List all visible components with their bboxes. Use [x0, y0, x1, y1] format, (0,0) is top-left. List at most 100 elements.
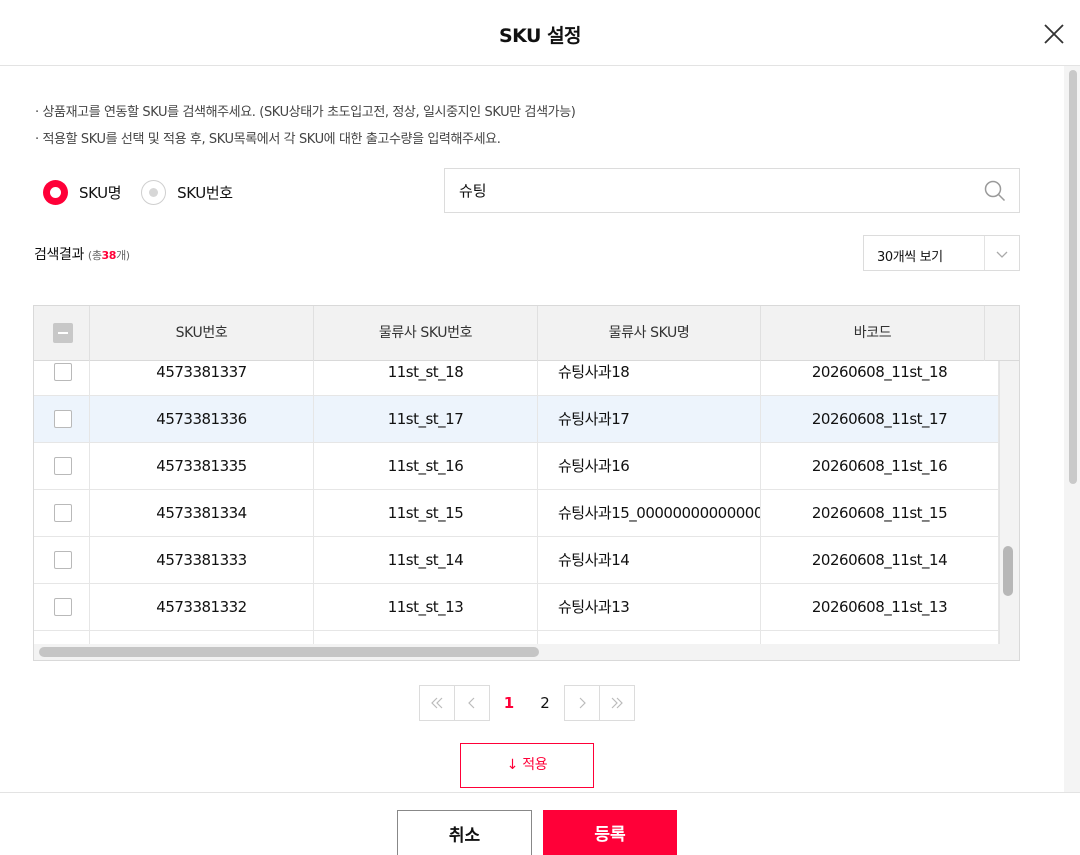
- modal-vertical-scroll-thumb[interactable]: [1069, 70, 1077, 484]
- result-label: 검색결과: [34, 247, 84, 263]
- cell-sku: 4573381336: [90, 396, 314, 442]
- per-page-select[interactable]: 30개씩 보기: [863, 235, 1020, 271]
- table-row[interactable]: 4573381332 11st_st_13 슈팅사과13 20260608_11…: [34, 584, 999, 631]
- page-number-1[interactable]: 1: [491, 685, 527, 721]
- table-row[interactable]: 4573381336 11st_st_17 슈팅사과17 20260608_11…: [34, 396, 999, 443]
- table-row[interactable]: 4573381334 11st_st_15 슈팅사과15_00000000000…: [34, 490, 999, 537]
- table-header: SKU번호 물류사 SKU번호 물류사 SKU명 바코드: [34, 306, 1019, 361]
- apply-label: 적용: [522, 757, 548, 773]
- search-input[interactable]: [459, 169, 959, 212]
- select-all-checkbox[interactable]: [53, 323, 73, 343]
- row-checkbox-cell: [34, 631, 90, 644]
- table-row[interactable]: 4573381333 11st_st_14 슈팅사과14 20260608_11…: [34, 537, 999, 584]
- arrow-down-icon: ↓: [506, 757, 519, 773]
- prev-page-button[interactable]: [454, 685, 490, 721]
- cell-logistics-name: 슈팅사과14: [538, 537, 761, 583]
- cell-logistics-sku: 11st_st_13: [314, 584, 538, 630]
- cell-logistics-sku: 11st_st_18: [314, 361, 538, 395]
- row-checkbox[interactable]: [54, 598, 72, 616]
- col-header-barcode: 바코드: [761, 306, 985, 361]
- cell-sku: 4573381337: [90, 361, 314, 395]
- cell-logistics-sku: 11st_st_14: [314, 537, 538, 583]
- row-checkbox-cell: [34, 361, 90, 395]
- table-row[interactable]: 4573381337 11st_st_18 슈팅사과18 20260608_11…: [34, 361, 999, 396]
- radio-sku-name[interactable]: SKU명: [43, 179, 122, 205]
- sku-settings-modal: SKU 설정 · 상품재고를 연동할 SKU를 검색해주세요. (SKU상태가 …: [0, 0, 1080, 855]
- row-checkbox-cell: [34, 584, 90, 630]
- search-box: [444, 168, 1020, 213]
- cell-barcode: 20260608_11st_18: [761, 361, 999, 395]
- cell-sku: 4573381334: [90, 490, 314, 536]
- radio-label: SKU번호: [177, 183, 233, 202]
- result-count: 38: [101, 249, 117, 262]
- row-checkbox-cell: [34, 537, 90, 583]
- cell-logistics-name: 슈팅사과15_000000000000000: [538, 490, 761, 536]
- search-result-summary: 검색결과 (총38개): [34, 244, 130, 264]
- chevron-down-icon: [995, 246, 1009, 260]
- cell-barcode: 20260608_11st_14: [761, 537, 999, 583]
- modal-title: SKU 설정: [498, 25, 582, 47]
- cell-sku: 4573381335: [90, 443, 314, 489]
- cell-sku: 4573381333: [90, 537, 314, 583]
- radio-label: SKU명: [79, 183, 122, 202]
- per-page-value: 30개씩 보기: [877, 250, 943, 265]
- table-vertical-scrollbar[interactable]: [999, 361, 1019, 644]
- col-header-logistics-name: 물류사 SKU명: [538, 306, 761, 361]
- row-checkbox-cell: [34, 396, 90, 442]
- close-icon[interactable]: [1040, 20, 1068, 48]
- search-type-radio-group: SKU명 SKU번호: [43, 179, 253, 205]
- row-checkbox[interactable]: [54, 504, 72, 522]
- row-checkbox[interactable]: [54, 551, 72, 569]
- cell-sku: 4573381332: [90, 584, 314, 630]
- cell-logistics-name: 슈팅사과16: [538, 443, 761, 489]
- cell-barcode: 20260608_11st_16: [761, 443, 999, 489]
- table-vertical-scroll-thumb[interactable]: [1003, 546, 1013, 596]
- col-header-logistics-sku: 물류사 SKU번호: [314, 306, 538, 361]
- double-chevron-right-icon: [611, 697, 623, 709]
- cancel-button[interactable]: 취소: [397, 810, 532, 855]
- result-count-prefix: (총: [87, 249, 102, 262]
- row-checkbox[interactable]: [54, 410, 72, 428]
- modal-footer: 취소 등록: [0, 792, 1080, 855]
- cell-empty: [538, 631, 761, 644]
- pagination: 1 2: [419, 685, 635, 721]
- result-count-wrapper: (총38개): [88, 249, 130, 262]
- table-body: 4573381337 11st_st_18 슈팅사과18 20260608_11…: [34, 361, 999, 644]
- double-chevron-left-icon: [431, 697, 443, 709]
- modal-body: · 상품재고를 연동할 SKU를 검색해주세요. (SKU상태가 초도입고전, …: [0, 66, 1080, 792]
- chevron-right-icon: [579, 697, 586, 709]
- table-row-partial: [34, 631, 999, 644]
- sku-table: SKU번호 물류사 SKU번호 물류사 SKU명 바코드 4573381337 …: [33, 305, 1020, 661]
- page-number-2[interactable]: 2: [527, 685, 563, 721]
- cell-logistics-name: 슈팅사과18: [538, 361, 761, 395]
- modal-header: SKU 설정: [0, 0, 1080, 66]
- cell-barcode: 20260608_11st_17: [761, 396, 999, 442]
- radio-unselected-icon: [141, 179, 167, 205]
- per-page-divider: [984, 236, 985, 270]
- table-row[interactable]: 4573381335 11st_st_16 슈팅사과16 20260608_11…: [34, 443, 999, 490]
- cell-empty: [314, 631, 538, 644]
- last-page-button[interactable]: [599, 685, 635, 721]
- search-icon[interactable]: [983, 179, 1007, 203]
- cell-logistics-sku: 11st_st_16: [314, 443, 538, 489]
- notice-search: · 상품재고를 연동할 SKU를 검색해주세요. (SKU상태가 초도입고전, …: [35, 105, 576, 120]
- apply-button[interactable]: ↓ 적용: [460, 743, 594, 788]
- row-checkbox[interactable]: [54, 363, 72, 381]
- next-page-button[interactable]: [564, 685, 600, 721]
- cell-logistics-sku: 11st_st_17: [314, 396, 538, 442]
- notice-apply: · 적용할 SKU를 선택 및 적용 후, SKU목록에서 각 SKU에 대한 …: [35, 132, 501, 147]
- row-checkbox[interactable]: [54, 457, 72, 475]
- first-page-button[interactable]: [419, 685, 455, 721]
- page-numbers: 1 2: [491, 685, 563, 721]
- table-horizontal-scroll-thumb[interactable]: [39, 647, 539, 657]
- radio-sku-number[interactable]: SKU번호: [141, 179, 233, 205]
- row-checkbox-cell: [34, 490, 90, 536]
- radio-selected-icon: [43, 179, 68, 205]
- cell-barcode: 20260608_11st_13: [761, 584, 999, 630]
- cell-logistics-name: 슈팅사과17: [538, 396, 761, 442]
- cell-logistics-name: 슈팅사과13: [538, 584, 761, 630]
- cell-barcode: 20260608_11st_15: [761, 490, 999, 536]
- cell-logistics-sku: 11st_st_15: [314, 490, 538, 536]
- register-button[interactable]: 등록: [543, 810, 677, 855]
- chevron-left-icon: [468, 697, 475, 709]
